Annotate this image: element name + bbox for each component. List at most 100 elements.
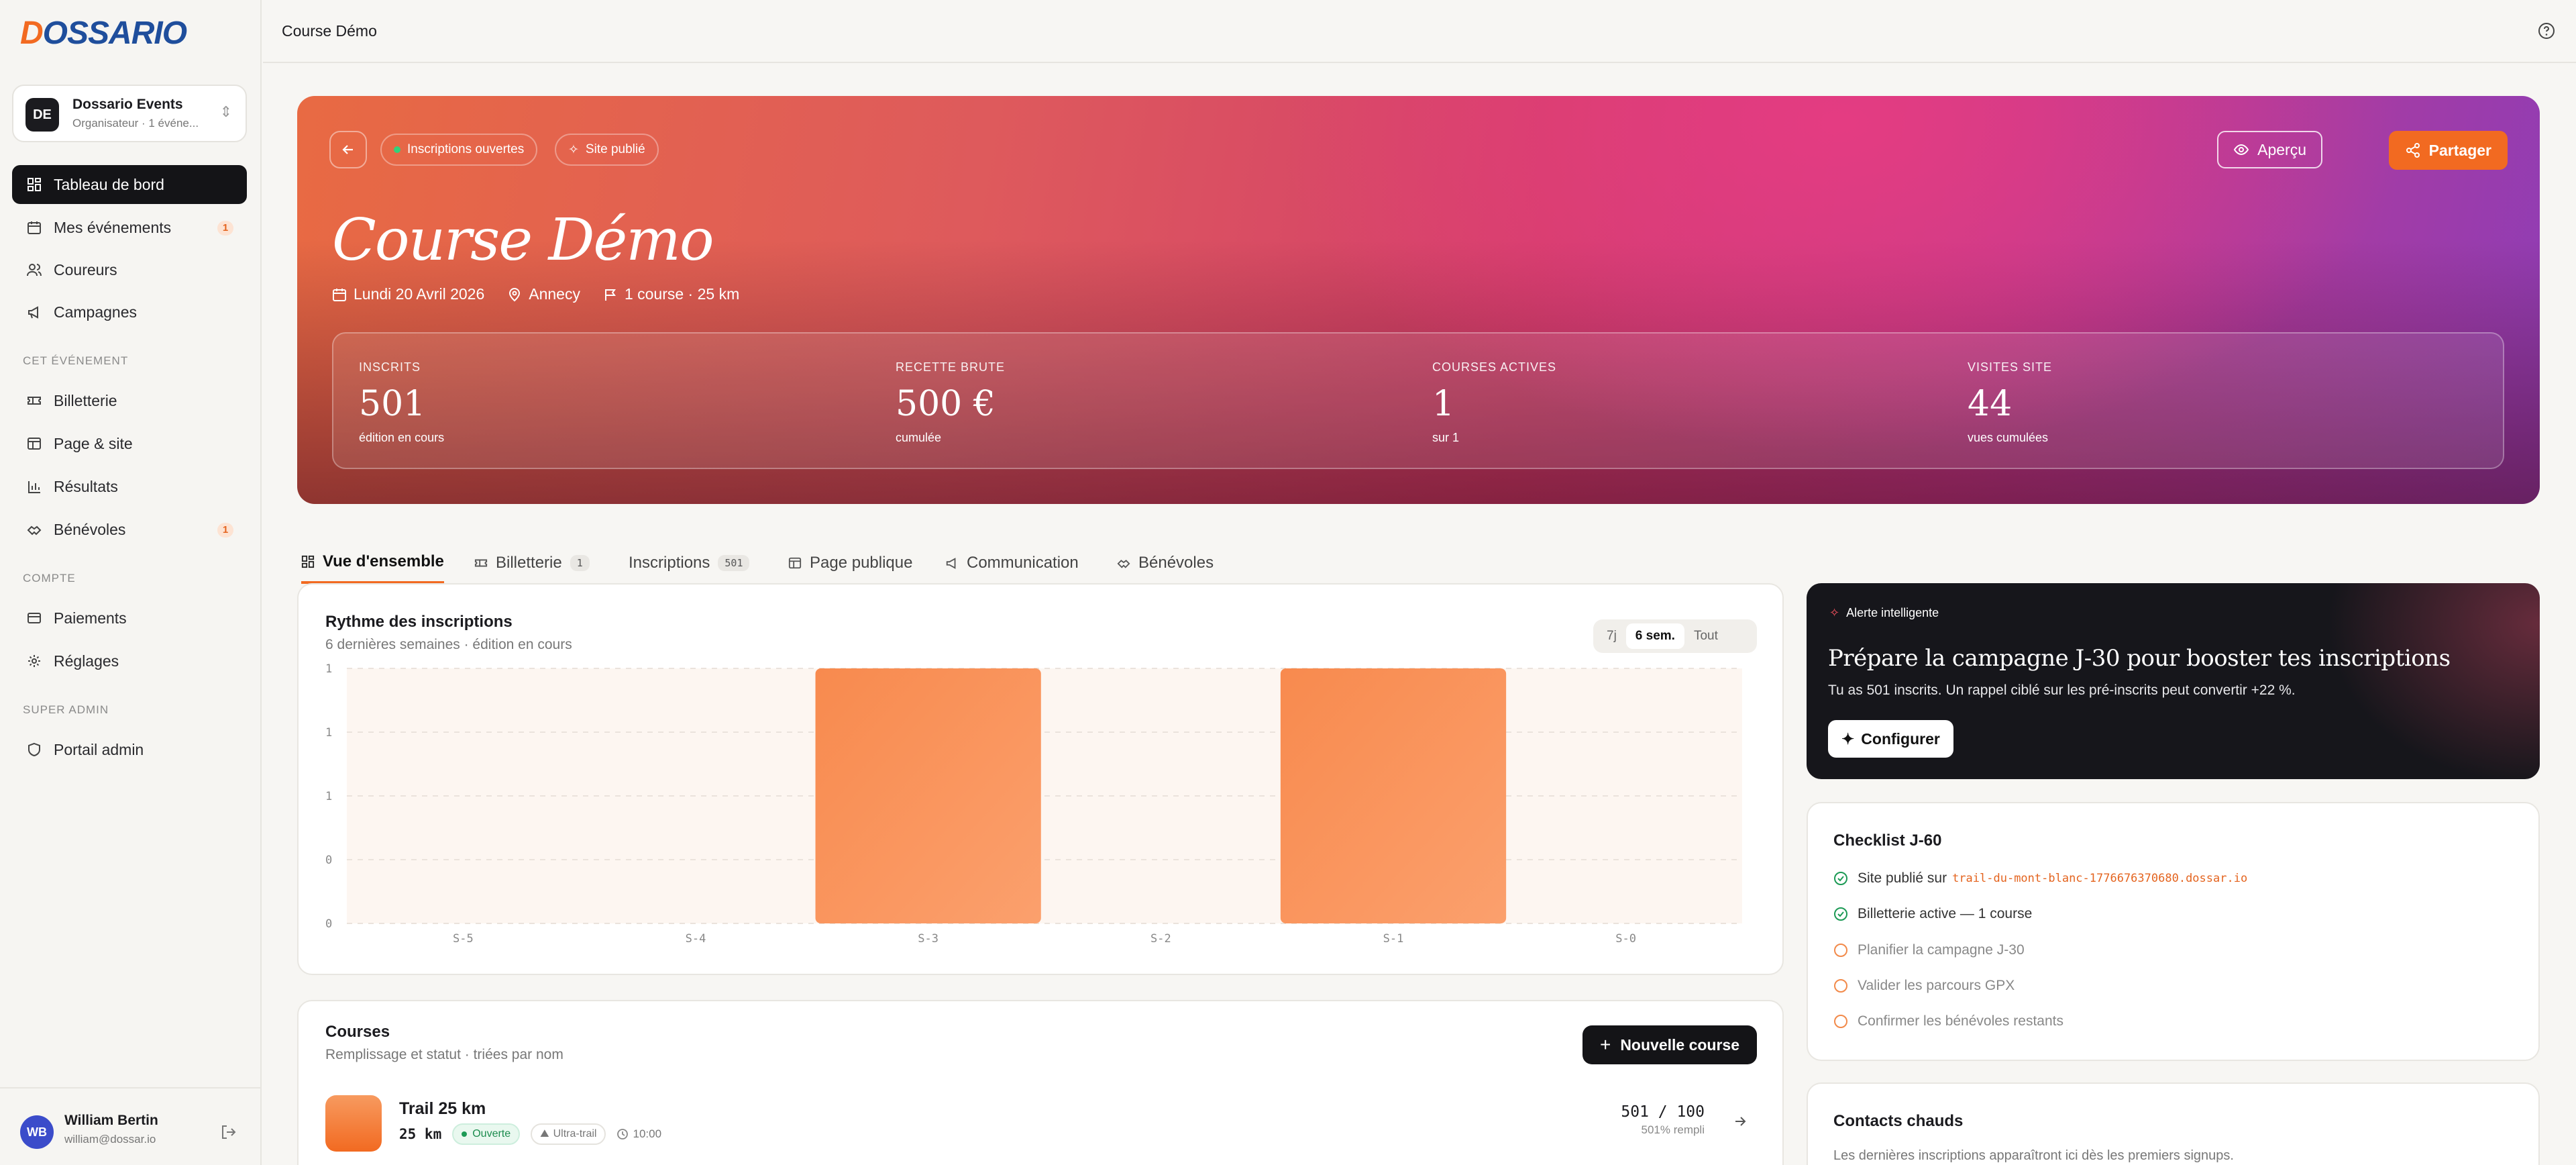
dossario-logo[interactable]: DOSSARIO — [20, 15, 187, 52]
course-name: Trail 25 km — [399, 1099, 486, 1118]
avatar: WB — [20, 1115, 54, 1149]
stat-active-courses: COURSES ACTIVES 1 sur 1 — [1432, 360, 1556, 445]
back-button[interactable] — [329, 131, 367, 168]
tab-overview[interactable]: Vue d'ensemble — [301, 542, 444, 584]
tab-communication[interactable]: Communication — [945, 542, 1079, 584]
ticket-icon — [25, 392, 43, 409]
logo-letter: D — [20, 15, 44, 51]
configure-button[interactable]: ✦ Configurer — [1828, 720, 1953, 758]
nav-item-label: Mes événements — [54, 218, 172, 236]
mountain-icon: ⛰ — [540, 1128, 549, 1139]
stat-value: 500 € — [896, 384, 996, 424]
help-icon[interactable] — [2537, 21, 2556, 40]
event-courses: 1 course · 25 km — [603, 285, 739, 303]
nav-item-campaigns[interactable]: Campagnes — [12, 293, 247, 332]
nav-item-admin-portal[interactable]: Portail admin — [12, 730, 247, 769]
arrow-left-icon — [342, 145, 353, 154]
bar-chart-icon — [25, 478, 43, 495]
organization-switcher[interactable]: DE Dossario Events Organisateur · 1 évén… — [12, 85, 247, 142]
calendar-icon — [333, 288, 346, 301]
checklist-item[interactable]: Planifier la campagne J-30 — [1833, 942, 2025, 958]
shield-icon — [25, 741, 43, 758]
stat-value: 1 — [1432, 384, 1455, 424]
stat-label: RECETTE BRUTE — [896, 360, 1006, 374]
tab-ticketing[interactable]: Billetterie 1 — [474, 542, 590, 584]
course-details: 25 km Ouverte ⛰ Ultra-trail 10:00 — [399, 1123, 661, 1145]
tab-volunteers[interactable]: Bénévoles — [1117, 542, 1214, 584]
stat-subtitle: sur 1 — [1432, 431, 1460, 444]
site-url[interactable]: trail-du-mont-blanc-1776676370680.dossar… — [1952, 872, 2247, 885]
new-course-label: Nouvelle course — [1620, 1035, 1739, 1054]
category-badge-label: Ultra-trail — [553, 1128, 597, 1139]
course-fill: 501 / 100 501% rempli — [1621, 1103, 1705, 1137]
stat-value: 44 — [1968, 384, 2012, 424]
nav-item-payments[interactable]: Paiements — [12, 599, 247, 638]
checklist-item[interactable]: Confirmer les bénévoles restants — [1833, 1013, 2063, 1029]
nav-item-runners[interactable]: Coureurs — [12, 250, 247, 289]
org-avatar: DE — [25, 98, 59, 132]
calendar-icon — [25, 219, 43, 236]
nav-item-results[interactable]: Résultats — [12, 467, 247, 506]
category-badge: ⛰ Ultra-trail — [531, 1123, 606, 1145]
checklist-item[interactable]: Billetterie active — 1 course — [1833, 906, 2032, 922]
chart-y-tick-label: 1 — [325, 726, 332, 740]
configure-label: Configurer — [1861, 729, 1940, 748]
status-pill-registrations: Inscriptions ouvertes — [380, 134, 538, 166]
card-subtitle: Les dernières inscriptions apparaîtront … — [1833, 1148, 2234, 1163]
card-title: Courses — [325, 1023, 390, 1041]
dashboard-icon — [25, 176, 43, 193]
volunteers-count-badge: 1 — [217, 523, 233, 538]
chart-x-tick-label: S-1 — [1383, 932, 1404, 946]
stat-label: INSCRITS — [359, 360, 421, 374]
card-title: Checklist J-60 — [1833, 831, 1942, 850]
nav-item-label: Page & site — [54, 434, 133, 452]
org-subtitle: Organisateur · 1 événe... — [72, 117, 199, 130]
stat-subtitle: vues cumulées — [1968, 431, 2049, 444]
tab-label: Bénévoles — [1138, 554, 1214, 572]
course-time: 10:00 — [616, 1127, 661, 1141]
nav-item-dashboard[interactable]: Tableau de bord — [12, 165, 247, 204]
user-email: william@dossar.io — [64, 1133, 156, 1146]
tab-public-page[interactable]: Page publique — [788, 542, 912, 584]
chart-bar — [1280, 668, 1507, 923]
nav-item-label: Bénévoles — [54, 520, 126, 538]
tab-label: Inscriptions — [629, 554, 710, 572]
new-course-button[interactable]: + Nouvelle course — [1582, 1025, 1757, 1064]
nav-item-volunteers[interactable]: Bénévoles 1 — [12, 510, 247, 549]
alert-text: Tu as 501 inscrits. Un rappel ciblé sur … — [1828, 682, 2296, 698]
logout-icon[interactable] — [220, 1123, 237, 1141]
megaphone-icon — [946, 558, 956, 569]
chart-x-tick-label: S-4 — [686, 932, 706, 946]
chart-y-tick-label: 1 — [325, 790, 332, 803]
section-label-account: COMPTE — [23, 572, 76, 585]
user-profile[interactable]: WB William Bertin william@dossar.io — [0, 1087, 262, 1165]
events-count-badge: 1 — [217, 221, 233, 236]
alert-title: Prépare la campagne J-30 pour booster te… — [1828, 645, 2451, 672]
nav-item-settings[interactable]: Réglages — [12, 642, 247, 680]
megaphone-icon — [25, 303, 43, 321]
share-button[interactable]: Partager — [2388, 131, 2508, 170]
nav-item-events[interactable]: Mes événements 1 — [12, 208, 247, 247]
check-circle-icon — [1834, 907, 1847, 921]
course-fill-rate: 501% rempli — [1641, 1123, 1705, 1136]
stat-registered: INSCRITS 501 édition en cours — [359, 360, 444, 445]
chart-y-tick-label: 0 — [325, 854, 332, 867]
courses-card: Courses Remplissage et statut · triées p… — [297, 1000, 1784, 1165]
tab-registrations[interactable]: Inscriptions 501 — [629, 542, 750, 584]
chart-bar — [815, 668, 1041, 923]
checklist-item-label: Site publié sur — [1858, 870, 1947, 886]
stat-subtitle: cumulée — [896, 431, 942, 444]
sparkle-icon: ✧ — [1829, 606, 1840, 619]
nav-item-ticketing[interactable]: Billetterie — [12, 381, 247, 420]
status-pill-site: ✧ Site publié — [555, 134, 659, 166]
handshake-icon — [1117, 560, 1130, 568]
arrow-right-icon[interactable] — [1733, 1114, 1748, 1132]
nav-item-page-site[interactable]: Page & site — [12, 424, 247, 463]
checklist-item[interactable]: Valider les parcours GPX — [1833, 978, 2015, 994]
nav-item-label: Portail admin — [54, 740, 144, 758]
checklist-item[interactable]: Site publié sur trail-du-mont-blanc-17766… — [1833, 870, 2247, 887]
registrations-bar-chart: 1 1 1 0 0 S-5 S-4 S-3 S-2 S-1 S-0 — [325, 662, 1742, 946]
preview-label: Aperçu — [2257, 140, 2306, 158]
flag-icon — [604, 289, 616, 301]
preview-button[interactable]: Aperçu — [2217, 131, 2322, 168]
